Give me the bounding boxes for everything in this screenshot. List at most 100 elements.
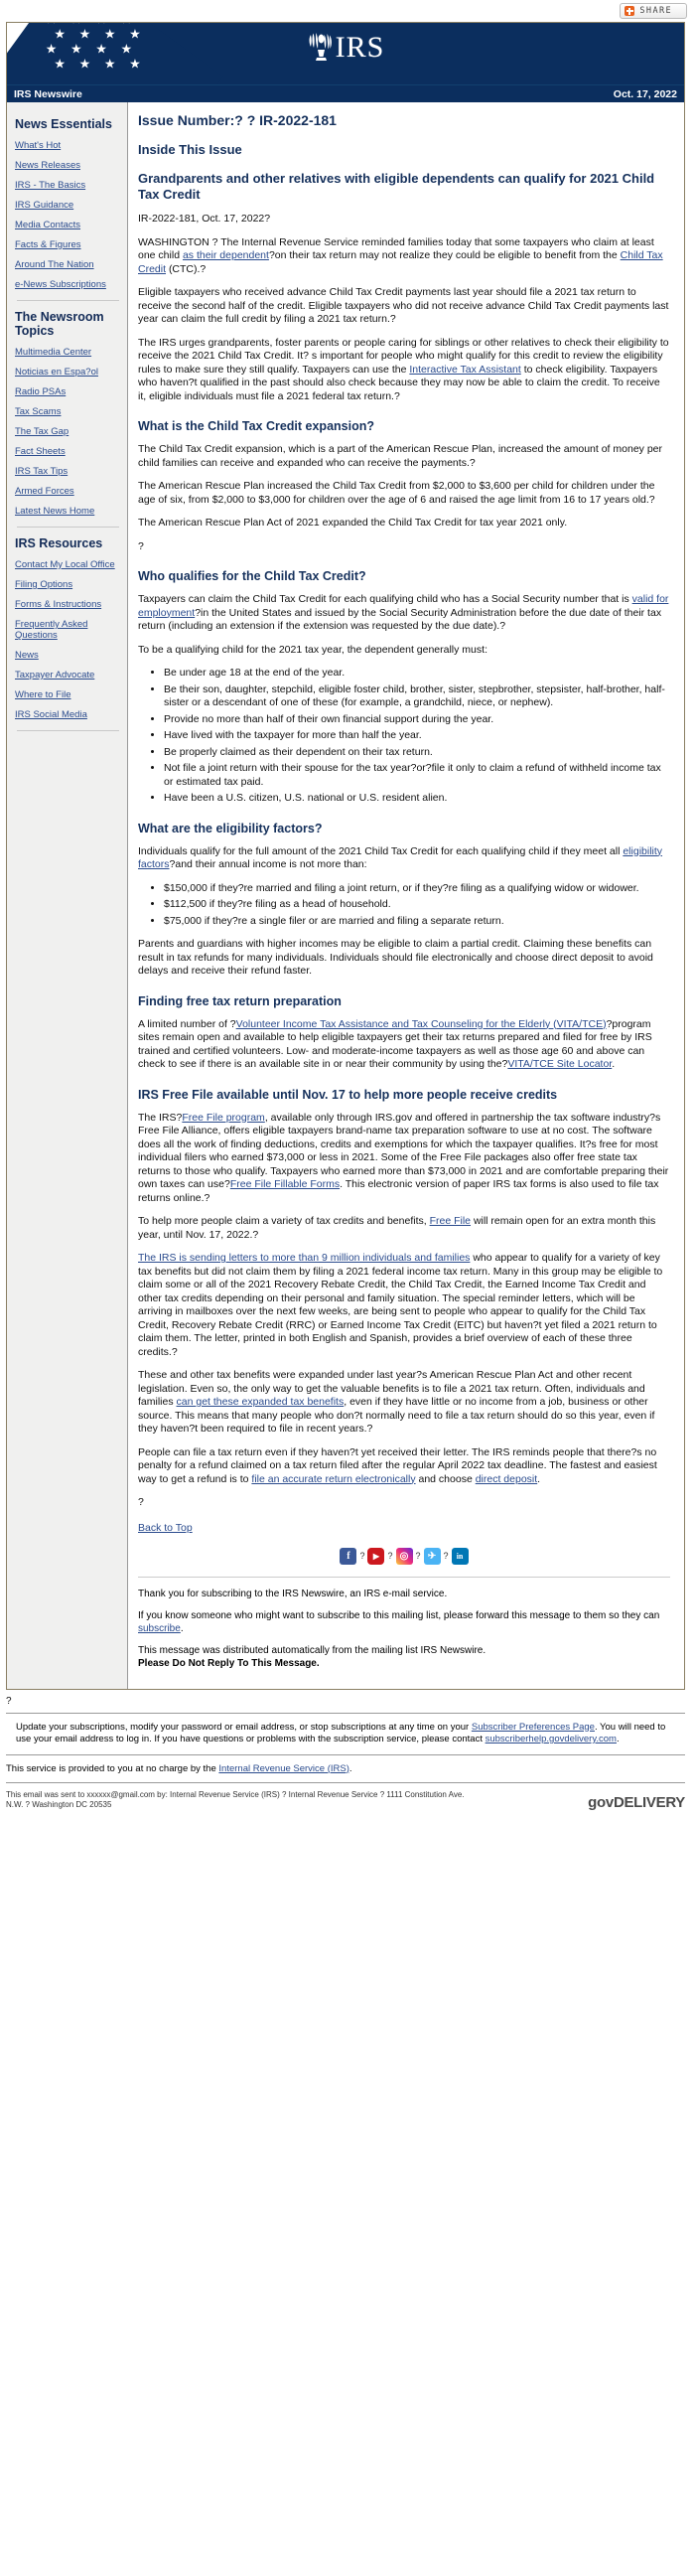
link-direct-deposit[interactable]: direct deposit [476,1473,537,1485]
sidebar-heading-news-essentials: News Essentials [15,117,112,131]
sidebar-item-noticias-en-espanol[interactable]: Noticias en Espa?ol [15,367,127,378]
linkedin-icon[interactable]: in [451,1547,469,1565]
share-button-label: SHARE [639,6,672,16]
sidebar-item-news[interactable]: News [15,650,127,661]
twitter-icon[interactable]: ✈ [423,1547,441,1565]
service-part-a: This service is provided to you at no ch… [6,1762,216,1774]
footer-thanks: Thank you for subscribing to the IRS New… [138,1588,448,1599]
footer-distributed: This message was distributed automatical… [138,1644,670,1670]
paragraph-letters-part-a: who appear to qualify for a variety of k… [138,1252,663,1358]
paragraph-intro-part-c: (CTC).? [168,262,207,275]
govdelivery-logo: govDELIVERY [588,1794,685,1811]
link-vita-tce-site-locator[interactable]: VITA/TCE Site Locator [507,1058,612,1070]
footer-divider [138,1576,670,1578]
paragraph-urges: The IRS urges grandparents, foster paren… [138,337,670,404]
link-free-file[interactable]: Free File [430,1215,471,1227]
link-as-their-dependent[interactable]: as their dependent [183,249,269,261]
list-item: $112,500 if they?re filing as a head of … [164,898,670,912]
sidebar-item-where-to-file[interactable]: Where to File [15,689,127,700]
qualifying-child-list: Be under age 18 at the end of the year. … [138,667,670,806]
social-media-row: f ? ▶ ? ◎ ? ✈ ? in [138,1547,670,1565]
paragraph-spacer-1: ? [138,539,144,552]
service-part-b: . [348,1762,352,1774]
sidebar-item-multimedia-center[interactable]: Multimedia Center [15,347,127,358]
facebook-icon[interactable]: f [340,1547,357,1565]
link-free-file-program[interactable]: Free File program [182,1112,264,1124]
sidebar-item-irs-tax-tips[interactable]: IRS Tax Tips [15,466,127,477]
paragraph-advance-payments: Eligible taxpayers who received advance … [138,286,669,325]
paragraph-vita-part-c: . [612,1058,616,1070]
internal-revenue-service-link[interactable]: Internal Revenue Service (IRS) [218,1763,348,1774]
paragraph-intro-part-b: ?on their tax return may not realize the… [268,249,618,261]
sidebar-item-armed-forces[interactable]: Armed Forces [15,486,127,497]
subscription-管理-box: Update your subscriptions, modify your p… [6,1712,685,1755]
subscribe-link[interactable]: subscribe [138,1623,181,1634]
sidebar-divider-1 [17,300,119,301]
newsletter-container: ★ ★ ★ ★ ★ ★ ★ ★★ ★ ★ ★ ★ ★ ★ ★★ ★ ★ ★ ★ … [6,22,685,1690]
footer-forward: If you know someone who might want to su… [138,1609,670,1635]
sidebar-item-media-contacts[interactable]: Media Contacts [15,220,127,230]
sidebar-item-filing-options[interactable]: Filing Options [15,579,127,590]
list-item: $150,000 if they?re married and filing a… [164,882,670,896]
paragraph-free-file-extended: To help more people claim a variety of t… [138,1215,670,1242]
list-item: $75,000 if they?re a single filer or are… [164,915,670,929]
sidebar-item-forms-instructions[interactable]: Forms & Instructions [15,599,127,610]
back-to-top-wrapper: Back to Top [138,1522,670,1534]
sidebar-divider-2 [17,527,119,528]
paragraph-vita-part-a: A limited number of ? [138,1017,236,1030]
main-content: Issue Number:? ? IR-2022-181 Inside This… [128,102,684,1689]
sidebar-divider-3 [17,730,119,731]
sidebar-item-irs-social-media[interactable]: IRS Social Media [15,709,127,720]
instagram-icon[interactable]: ◎ [395,1547,413,1565]
irs-eagle-seal-icon [309,33,332,61]
link-interactive-tax-assistant[interactable]: Interactive Tax Assistant [409,364,520,376]
link-file-accurate-return-electronically[interactable]: file an accurate return electronically [251,1473,415,1485]
link-vita-tce-program[interactable]: Volunteer Income Tax Assistance and Tax … [236,1018,607,1030]
sidebar-item-news-releases[interactable]: News Releases [15,160,127,171]
heading-irs-free-file: IRS Free File available until Nov. 17 to… [138,1087,558,1102]
share-plus-icon [625,6,635,16]
subscriber-preferences-link[interactable]: Subscriber Preferences Page [472,1722,595,1733]
heading-who-qualifies: Who qualifies for the Child Tax Credit? [138,569,366,583]
paragraph-intro: WASHINGTON ? The Internal Revenue Servic… [138,236,670,277]
issue-number: Issue Number:? ? IR-2022-181 [138,112,337,128]
paragraph-file-anytime: People can file a tax return even if the… [138,1446,670,1487]
sidebar-heading-irs-resources: IRS Resources [15,536,103,550]
sidebar-item-contact-my-local-office[interactable]: Contact My Local Office [15,559,127,570]
sidebar-item-around-the-nation[interactable]: Around The Nation [15,259,127,270]
paragraph-ssn: Taxpayers can claim the Child Tax Credit… [138,593,670,634]
paragraph-eligibility-part-a: Individuals qualify for the full amount … [138,844,621,857]
sidebar-item-taxpayer-advocate[interactable]: Taxpayer Advocate [15,670,127,681]
paragraph-vita-tce: A limited number of ?Volunteer Income Ta… [138,1018,670,1072]
link-irs-sending-letters[interactable]: The IRS is sending letters to more than … [138,1252,470,1264]
link-expanded-tax-benefits[interactable]: can get these expanded tax benefits [177,1396,345,1408]
paragraph-expansion-2: The American Rescue Plan increased the C… [138,480,655,506]
youtube-icon[interactable]: ▶ [367,1547,385,1565]
sidebar-item-irs-guidance[interactable]: IRS Guidance [15,200,127,211]
subscriber-help-link[interactable]: subscriberhelp.govdelivery.com [486,1734,617,1744]
sidebar-item-whats-hot[interactable]: What's Hot [15,140,127,151]
sidebar-item-irs-the-basics[interactable]: IRS - The Basics [15,180,127,191]
irs-logo: IRS [7,31,684,65]
paragraph-extended-part-a: To help more people claim a variety of t… [138,1215,427,1227]
email-footer: Thank you for subscribing to the IRS New… [138,1588,670,1670]
sidebar-item-latest-news-home[interactable]: Latest News Home [15,506,127,517]
list-item: Be their son, daughter, stepchild, eligi… [164,683,670,710]
sidebar-item-facts-figures[interactable]: Facts & Figures [15,239,127,250]
dateline: IR-2022-181, Oct. 17, 2022? [138,213,271,225]
irs-masthead: ★ ★ ★ ★ ★ ★ ★ ★★ ★ ★ ★ ★ ★ ★ ★★ ★ ★ ★ ★ … [7,23,684,84]
back-to-top-link[interactable]: Back to Top [138,1522,193,1534]
paragraph-free-file-program: The IRS?Free File program, available onl… [138,1112,670,1206]
link-free-file-fillable-forms[interactable]: Free File Fillable Forms [230,1178,340,1190]
share-button[interactable]: SHARE [620,3,687,19]
sidebar-item-tax-scams[interactable]: Tax Scams [15,406,127,417]
list-item: Have lived with the taxpayer for more th… [164,729,670,743]
footer-forward-part-b: . [180,1622,184,1634]
list-item: Be properly claimed as their dependent o… [164,746,670,760]
sidebar-item-the-tax-gap[interactable]: The Tax Gap [15,426,127,437]
sidebar-item-frequently-asked-questions[interactable]: Frequently Asked Questions [15,619,127,641]
govdelivery-logo-text: govDELIVERY [588,1793,685,1811]
sidebar-item-fact-sheets[interactable]: Fact Sheets [15,446,127,457]
sidebar-item-radio-psas[interactable]: Radio PSAs [15,386,127,397]
sidebar-item-enews-subscriptions[interactable]: e-News Subscriptions [15,279,127,290]
